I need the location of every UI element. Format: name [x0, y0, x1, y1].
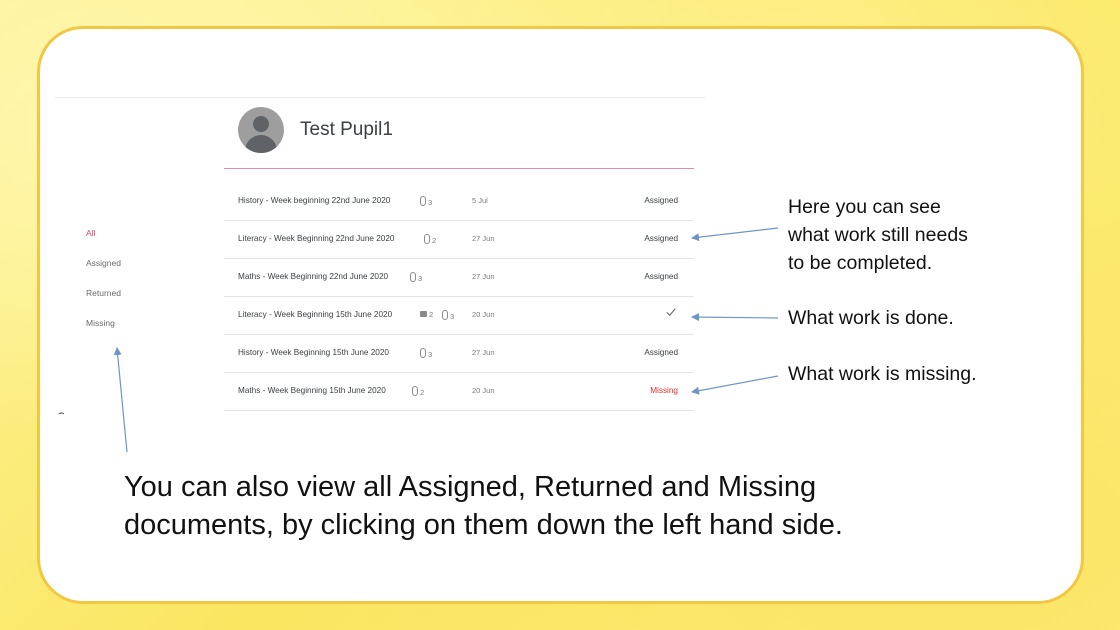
paperclip-icon [410, 272, 416, 282]
due-date: 27 Jun [472, 234, 495, 243]
work-row-2[interactable]: Literacy - Week Beginning 22nd June 2020… [224, 221, 694, 259]
annotation-line: what work still needs [788, 224, 968, 246]
work-row-4[interactable]: Literacy - Week Beginning 15th June 2020… [224, 297, 694, 335]
avatar [238, 107, 284, 153]
work-row-5[interactable]: History - Week Beginning 15th June 2020 … [224, 335, 694, 373]
pupil-name: Test Pupil1 [300, 119, 393, 140]
attachment-count: 2 [424, 234, 436, 245]
paperclip-icon [424, 234, 430, 244]
attachment-number: 2 [420, 388, 425, 397]
sidebar-item-returned[interactable]: Returned [86, 288, 121, 298]
comment-icon [420, 311, 427, 317]
status-label: Assigned [644, 234, 678, 243]
work-row-1[interactable]: History - Week beginning 22nd June 2020 … [224, 183, 694, 221]
attachment-count: 3 [420, 196, 432, 207]
work-title: Maths - Week Beginning 15th June 2020 [238, 386, 386, 395]
annotation-still-needs: Here you can see what work still needs t… [788, 193, 968, 277]
status-label-missing: Missing [650, 386, 678, 395]
attachment-count: 3 [442, 310, 454, 321]
checkmark-icon [666, 308, 676, 317]
attachment-number: 3 [418, 274, 423, 283]
work-row-6[interactable]: Maths - Week Beginning 15th June 2020 2 … [224, 373, 694, 411]
paperclip-icon [412, 386, 418, 396]
attachment-count: 3 [420, 348, 432, 359]
bottom-instruction: You can also view all Assigned, Returned… [124, 468, 1004, 544]
attachment-number: 3 [450, 312, 455, 321]
attachment-number: 2 [432, 236, 437, 245]
annotation-done: What work is done. [788, 307, 954, 329]
instruction-line: You can also view all Assigned, Returned… [124, 471, 817, 503]
avatar-head [253, 116, 269, 132]
attachment-count: 2 [412, 386, 424, 397]
attachment-number: 3 [428, 198, 433, 207]
paperclip-icon [420, 196, 426, 206]
work-title: Literacy - Week Beginning 22nd June 2020 [238, 234, 395, 243]
instruction-line: documents, by clicking on them down the … [124, 509, 843, 541]
attachment-number: 3 [428, 350, 433, 359]
stray-glyph: ⌢ [58, 408, 65, 419]
avatar-shoulders [245, 135, 277, 153]
due-date: 20 Jun [472, 310, 495, 319]
due-date: 5 Jul [472, 196, 488, 205]
paperclip-icon [420, 348, 426, 358]
status-label: Assigned [644, 272, 678, 281]
annotation-line: Here you can see [788, 196, 941, 218]
work-title: History - Week Beginning 15th June 2020 [238, 348, 389, 357]
sidebar-item-all[interactable]: All [86, 228, 95, 238]
comment-count: 2 [420, 310, 433, 319]
paperclip-icon [442, 310, 448, 320]
accent-divider [224, 168, 694, 169]
annotation-missing: What work is missing. [788, 363, 977, 385]
due-date: 27 Jun [472, 272, 495, 281]
work-title: Maths - Week Beginning 22nd June 2020 [238, 272, 389, 281]
due-date: 27 Jun [472, 348, 495, 357]
work-title: History - Week beginning 22nd June 2020 [238, 196, 391, 205]
comment-number: 2 [429, 310, 434, 319]
annotation-line: to be completed. [788, 252, 933, 274]
sidebar-item-missing[interactable]: Missing [86, 318, 115, 328]
work-title: Literacy - Week Beginning 15th June 2020 [238, 310, 393, 319]
sidebar-item-assigned[interactable]: Assigned [86, 258, 121, 268]
work-row-3[interactable]: Maths - Week Beginning 22nd June 2020 3 … [224, 259, 694, 297]
due-date: 20 Jun [472, 386, 495, 395]
status-label: Assigned [644, 196, 678, 205]
attachment-count: 3 [410, 272, 422, 283]
status-label: Assigned [644, 348, 678, 357]
header-divider [55, 97, 705, 98]
